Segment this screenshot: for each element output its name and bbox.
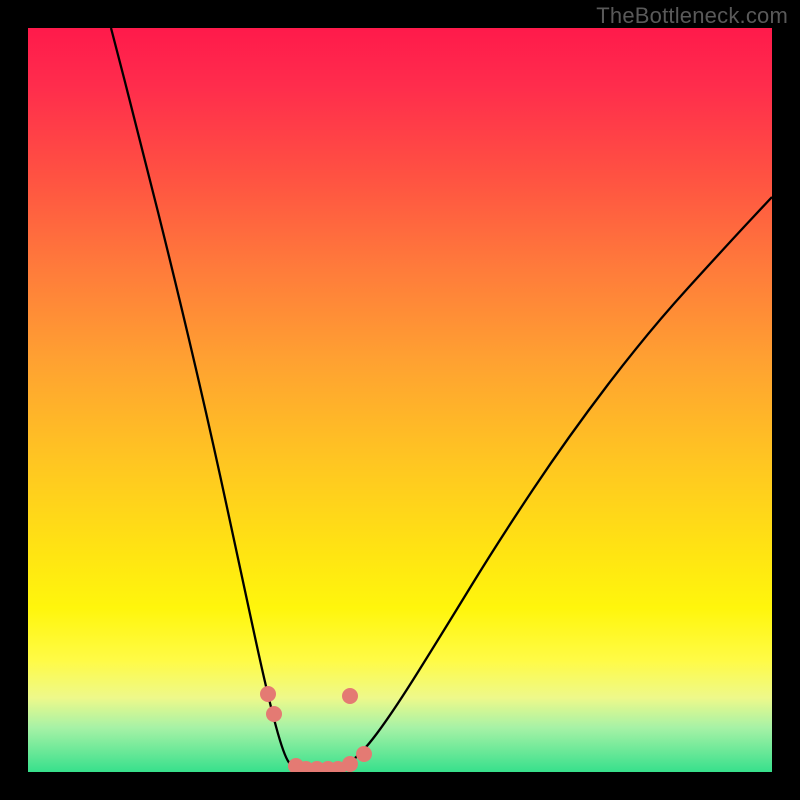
chart-plot-area — [28, 28, 772, 772]
watermark-text: TheBottleneck.com — [596, 3, 788, 29]
marker-point — [266, 706, 282, 722]
chart-overlay — [28, 28, 772, 772]
chart-frame: TheBottleneck.com — [0, 0, 800, 800]
marker-point — [356, 746, 372, 762]
marker-point — [342, 688, 358, 704]
curve-curve-left — [111, 28, 294, 769]
curve-group — [111, 28, 772, 770]
curve-curve-right — [338, 197, 772, 769]
marker-point — [342, 756, 358, 772]
marker-point — [260, 686, 276, 702]
